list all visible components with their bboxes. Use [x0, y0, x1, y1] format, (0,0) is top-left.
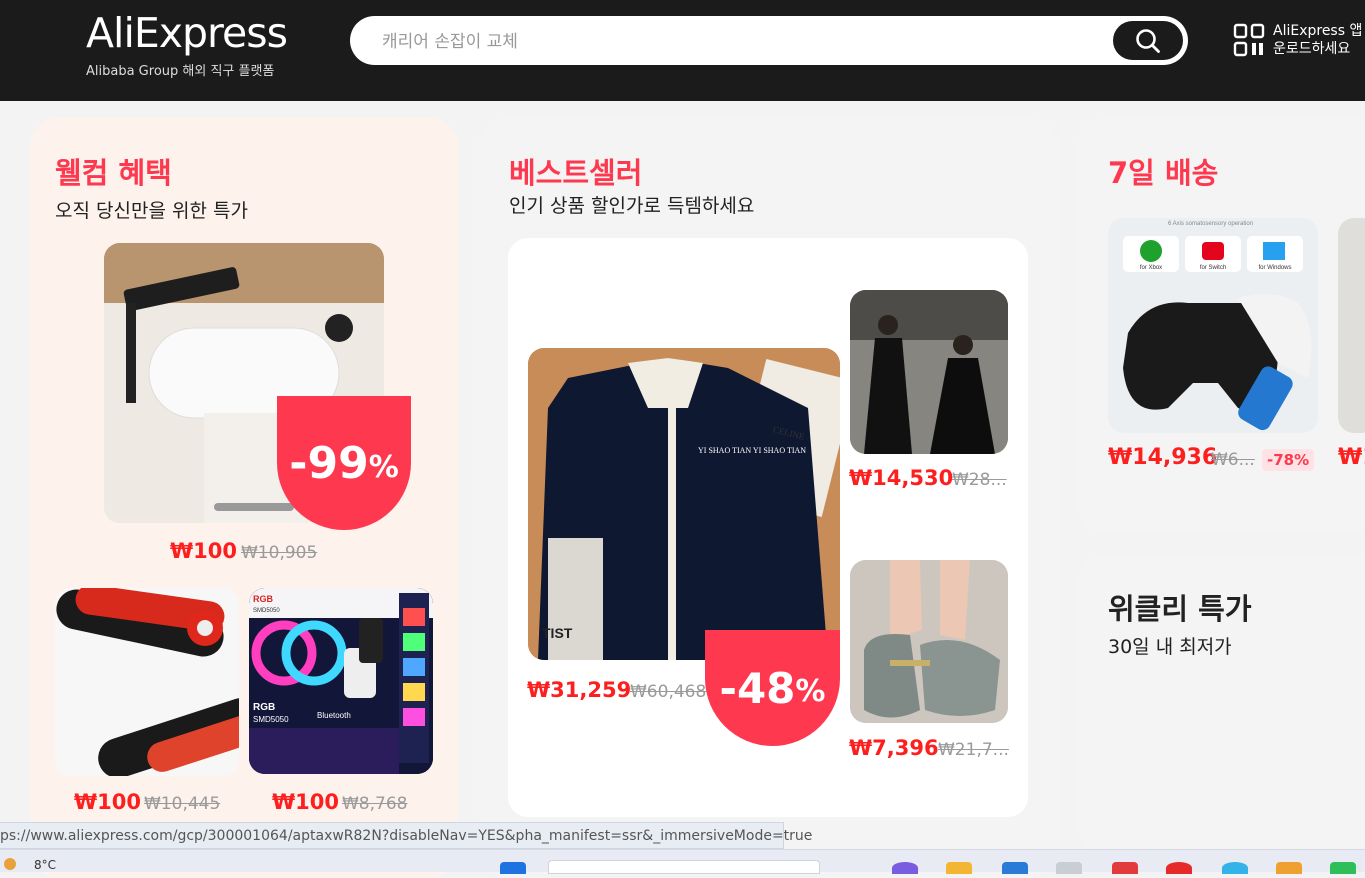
black-dress-illustration: [850, 290, 1008, 454]
welcome-deals-card[interactable]: 웰컴 혜택 오직 당신만을 위한 특가 -99% ₩100 ₩10,905 ₩1…: [30, 118, 458, 878]
led-label-rgb-top: RGB: [253, 594, 274, 604]
search-button[interactable]: [1113, 21, 1183, 60]
taskbar-app-icon-4[interactable]: [1112, 862, 1138, 874]
bestseller-discount-value: -48: [719, 663, 796, 713]
start-menu-icon[interactable]: [500, 862, 526, 874]
game-controller-image[interactable]: 6 Axis somatosensory operation for Xbox …: [1108, 218, 1318, 433]
controller-original-price: ₩6...: [1211, 450, 1255, 470]
weather-icon: [4, 858, 16, 870]
taskbar-search-box[interactable]: [548, 860, 820, 874]
platform-label-switch: for Switch: [1200, 265, 1226, 271]
jacket-original-price: ₩60,468: [630, 682, 707, 702]
taskbar-app-icon-2[interactable]: [1002, 862, 1028, 874]
file-explorer-icon[interactable]: [946, 862, 972, 874]
loafer-shoes-image[interactable]: [850, 560, 1008, 723]
weekly-deals-card[interactable]: 위클리 특가 30일 내 최저가: [1078, 554, 1365, 854]
taskbar-app-icon-1[interactable]: [892, 862, 918, 874]
platform-label-xbox: for Xbox: [1140, 265, 1162, 271]
led-strip-image[interactable]: RGB SMD5050 RGB SMD5050 Bluetooth: [249, 588, 433, 774]
logo-wordmark: AliExpress: [86, 9, 288, 57]
cable-original-price: ₩10,445: [144, 794, 221, 814]
seven-day-delivery-card[interactable]: 7일 배송 6 Axis somatosensory operation for…: [1078, 118, 1365, 533]
taskbar-app-icon-6[interactable]: [1276, 862, 1302, 874]
windows-taskbar: 8°C: [0, 849, 1365, 874]
loafer-shoes-illustration: [850, 560, 1008, 723]
dress-original-price: ₩28...: [952, 470, 1007, 490]
loafer-price: ₩7,396: [849, 736, 939, 760]
led-strip-price: ₩100: [272, 790, 339, 814]
cable-price: ₩100: [74, 790, 141, 814]
led-label-model: SMD5050: [253, 715, 289, 724]
search-icon: [1136, 28, 1160, 53]
weekly-title: 위클리 특가: [1108, 592, 1252, 626]
led-label-bluetooth: Bluetooth: [317, 711, 351, 720]
next-product-price: ₩1: [1338, 445, 1365, 470]
led-strip-original-price: ₩8,768: [342, 794, 408, 814]
browser-status-url: ps://www.aliexpress.com/gcp/300001064/ap…: [0, 822, 812, 849]
jacket-print-text: YI SHAO TIAN YI SHAO TIAN: [698, 446, 806, 455]
jacket-price: ₩31,259: [527, 678, 632, 702]
search-bar: [350, 16, 1188, 65]
product-original-price: ₩10,905: [241, 543, 318, 563]
discount-percent-sign: %: [368, 449, 399, 485]
quilted-jacket-image[interactable]: YI SHAO TIAN YI SHAO TIAN CELINE TIST: [528, 348, 840, 660]
game-controller-illustration: 6 Axis somatosensory operation for Xbox …: [1108, 218, 1318, 433]
app-download-link[interactable]: AliExpress 앱 운로드하세요: [1233, 22, 1362, 58]
weekly-subtitle: 30일 내 최저가: [1108, 636, 1232, 658]
cable-illustration: [56, 588, 239, 776]
bestseller-discount-percent-sign: %: [795, 673, 826, 709]
dress-price: ₩14,530: [849, 466, 954, 490]
top-header: AliExpress Alibaba Group 해외 직구 플랫폼 AliEx…: [0, 0, 1365, 101]
bestseller-subtitle: 인기 상품 할인가로 득템하세요: [509, 195, 755, 217]
platform-label-windows: for Windows: [1258, 265, 1291, 271]
logo-tagline: Alibaba Group 해외 직구 플랫폼: [86, 64, 275, 79]
loafer-original-price: ₩21,7...: [938, 740, 1009, 760]
led-strip-illustration: RGB SMD5050 RGB SMD5050 Bluetooth: [249, 588, 433, 774]
controller-image-caption: 6 Axis somatosensory operation: [1168, 221, 1253, 227]
chrome-browser-icon[interactable]: [1166, 862, 1192, 874]
discount-badge: -99%: [277, 396, 411, 530]
led-label-model-top: SMD5050: [253, 608, 280, 614]
app-download-line1: AliExpress 앱: [1273, 23, 1363, 39]
welcome-subtitle: 오직 당신만을 위한 특가: [55, 200, 248, 222]
bestseller-title: 베스트셀러: [509, 156, 643, 190]
next-product-image[interactable]: [1338, 218, 1365, 433]
qr-code-icon: [1233, 23, 1265, 57]
tag-text: TIST: [542, 625, 573, 641]
product-price: ₩100: [170, 539, 237, 563]
search-input[interactable]: [380, 29, 1084, 55]
led-label-rgb: RGB: [253, 702, 275, 713]
weather-temperature: 8°C: [34, 858, 57, 872]
controller-price: ₩14,936: [1108, 445, 1218, 470]
taskbar-app-icon-7[interactable]: [1330, 862, 1356, 874]
black-dress-image[interactable]: [850, 290, 1008, 454]
controller-discount-badge: -78%: [1262, 449, 1315, 471]
app-download-line2: 운로드하세요: [1273, 41, 1351, 57]
taskbar-app-icon-3[interactable]: [1056, 862, 1082, 874]
seven-day-title: 7일 배송: [1108, 156, 1219, 190]
cable-image[interactable]: [55, 588, 239, 776]
aliexpress-logo[interactable]: AliExpress Alibaba Group 해외 직구 플랫폼: [86, 9, 288, 79]
discount-value: -99: [289, 437, 369, 489]
welcome-title: 웰컴 혜택: [55, 156, 172, 190]
taskbar-app-icon-5[interactable]: [1222, 862, 1248, 874]
quilted-jacket-illustration: YI SHAO TIAN YI SHAO TIAN CELINE TIST: [528, 348, 840, 660]
